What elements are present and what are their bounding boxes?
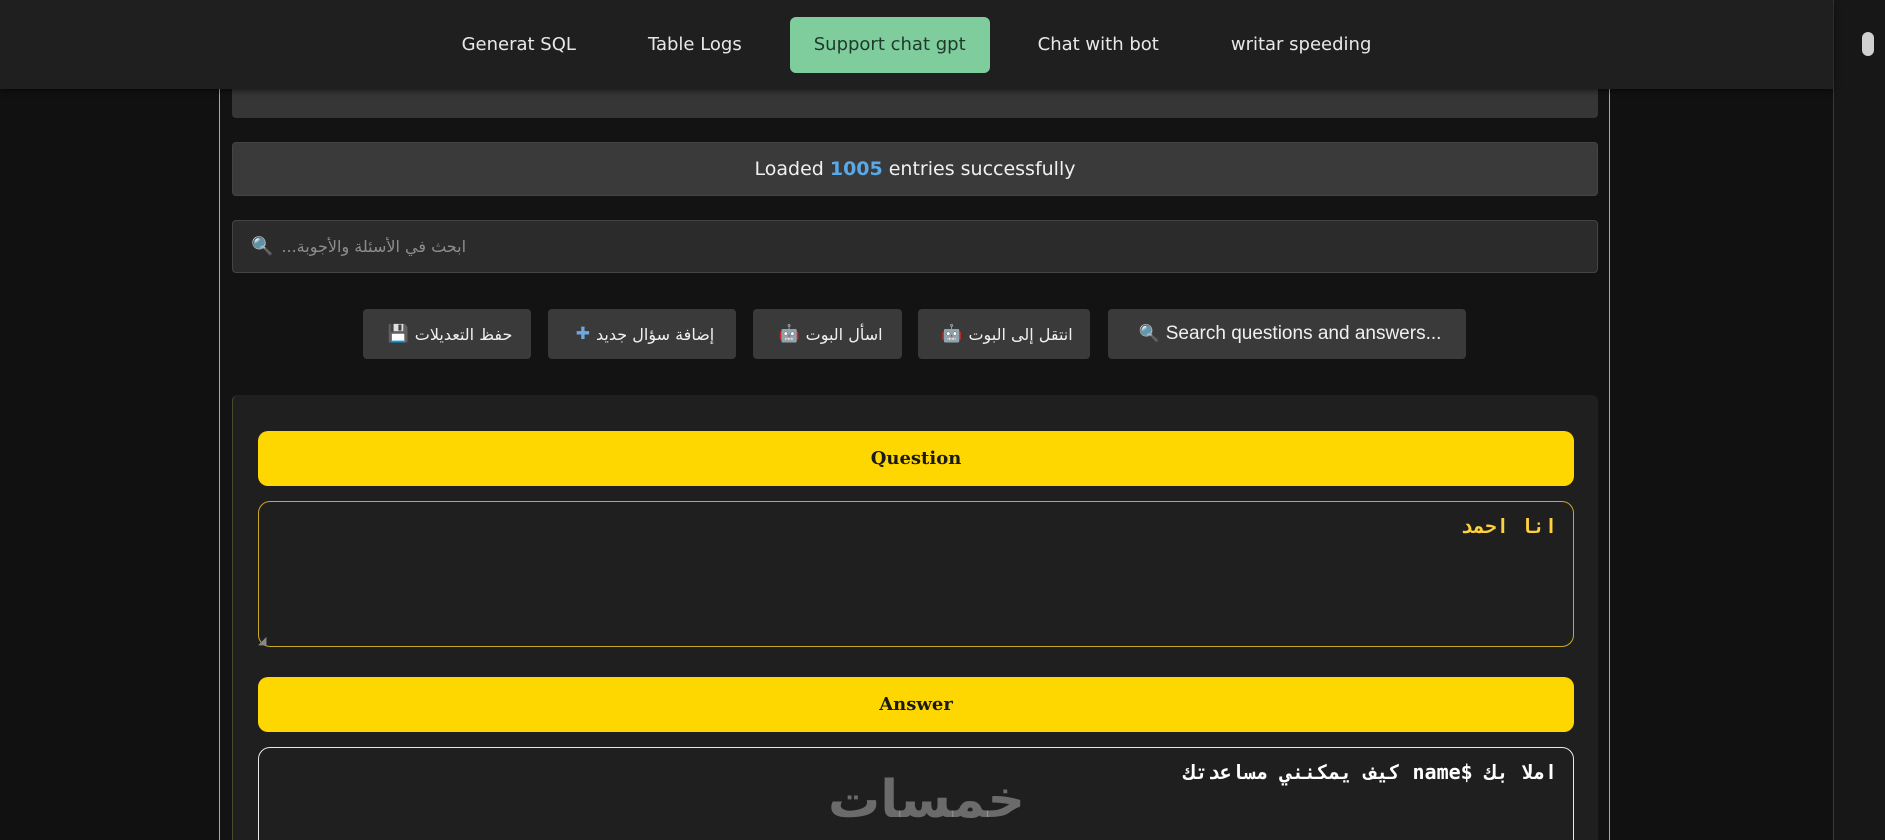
status-prefix: Loaded bbox=[754, 158, 824, 180]
search-field[interactable]: 🔍 bbox=[232, 220, 1598, 273]
save-changes-button[interactable]: 💾 حفظ التعديلات bbox=[363, 309, 531, 359]
tab-table-logs[interactable]: Table Logs bbox=[624, 17, 766, 73]
search-icon: 🔍 bbox=[251, 236, 274, 257]
page: Loaded 1005 entries successfully 🔍 🔍 Sea… bbox=[0, 0, 1885, 840]
question-header: Question bbox=[258, 431, 1574, 486]
tab-chat-with-bot[interactable]: Chat with bot bbox=[1014, 17, 1183, 73]
status-suffix: entries successfully bbox=[888, 158, 1076, 180]
tab-support-chat-gpt[interactable]: Support chat gpt bbox=[789, 16, 990, 73]
ask-bot-button[interactable]: 🤖 اسأل البوت bbox=[753, 309, 902, 359]
status-message: Loaded 1005 entries successfully bbox=[232, 142, 1598, 196]
robot-icon: 🤖 bbox=[941, 324, 963, 344]
ask-bot-label: اسأل البوت bbox=[805, 324, 883, 344]
action-toolbar: 🔍 Search questions and answers... 🤖 انتق… bbox=[0, 309, 1833, 359]
question-textarea[interactable]: انا احمد bbox=[258, 501, 1574, 647]
plus-icon: ✚ bbox=[575, 324, 591, 344]
scrollbar-thumb[interactable] bbox=[1862, 32, 1874, 56]
goto-bot-label: انتقل إلى البوت bbox=[968, 324, 1073, 344]
top-navigation: Generat SQL Table Logs Support chat gpt … bbox=[0, 0, 1833, 89]
floppy-disk-icon: 💾 bbox=[387, 324, 409, 344]
answer-header: Answer bbox=[258, 677, 1574, 732]
vertical-scrollbar[interactable] bbox=[1833, 0, 1885, 840]
save-changes-label: حفظ التعديلات bbox=[414, 324, 513, 344]
search-questions-label: Search questions and answers... bbox=[1165, 323, 1442, 344]
tab-writar-speeding[interactable]: writar speeding bbox=[1207, 17, 1396, 73]
resize-grip-icon[interactable]: ◢ bbox=[258, 634, 270, 647]
entry-count: 1005 bbox=[829, 158, 883, 180]
search-icon: 🔍 bbox=[1138, 324, 1160, 343]
add-question-button[interactable]: ✚ إضافة سؤال جديد bbox=[548, 309, 736, 359]
search-input[interactable] bbox=[281, 237, 1582, 256]
add-question-label: إضافة سؤال جديد bbox=[596, 324, 715, 344]
tab-generat-sql[interactable]: Generat SQL bbox=[438, 17, 600, 73]
scrollbar-divider bbox=[1833, 0, 1834, 840]
search-questions-button[interactable]: 🔍 Search questions and answers... bbox=[1108, 309, 1466, 359]
watermark-logo: خمسات bbox=[828, 770, 1027, 830]
robot-icon: 🤖 bbox=[778, 324, 800, 344]
goto-bot-button[interactable]: 🤖 انتقل إلى البوت bbox=[918, 309, 1090, 359]
